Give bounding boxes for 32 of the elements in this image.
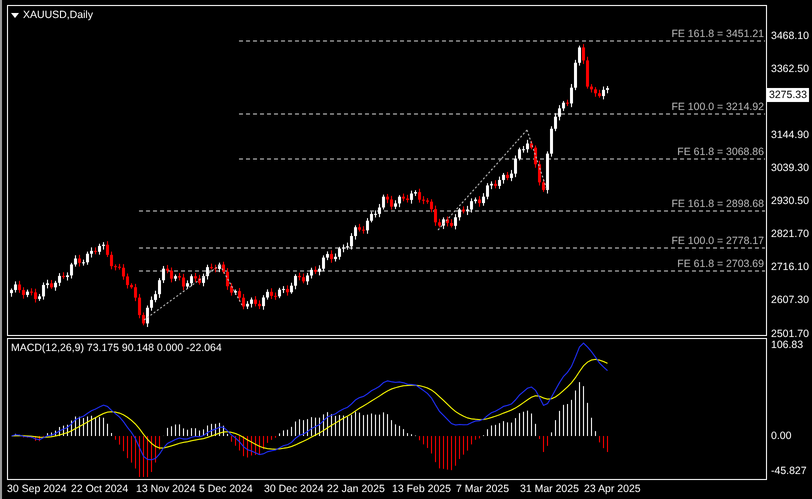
- price-axis-label: 2930.50: [771, 194, 809, 208]
- price-axis-label: 2716.10: [771, 260, 809, 274]
- date-axis-label: 31 Mar 2025: [520, 482, 579, 496]
- date-axis-label: 13 Nov 2024: [136, 482, 196, 496]
- fibonacci-level-label: FE 161.8 = 3451.21: [671, 27, 764, 41]
- fibonacci-level-label: FE 61.8 = 2703.69: [677, 257, 764, 271]
- fibonacci-level-label: FE 61.8 = 3068.86: [677, 145, 764, 159]
- date-axis-label: 22 Jan 2025: [327, 482, 385, 496]
- price-axis-label: 2501.70: [771, 326, 809, 340]
- date-axis-label: 23 Apr 2025: [584, 482, 641, 496]
- price-axis-label: 2607.30: [771, 293, 809, 308]
- dropdown-triangle-icon[interactable]: [11, 12, 19, 18]
- macd-indicator-label: MACD(12,26,9) 73.175 90.148 0.000 -22.064: [11, 341, 222, 355]
- chart-symbol-label: XAUUSD,Daily: [23, 8, 94, 22]
- fibonacci-level-label: FE 100.0 = 3214.92: [671, 100, 764, 114]
- macd-axis-label: -45.827: [771, 464, 807, 478]
- fibonacci-level-label: FE 161.8 = 2898.68: [671, 197, 764, 211]
- date-axis-label: 7 Mar 2025: [456, 482, 510, 496]
- date-axis-label: 5 Dec 2024: [199, 482, 253, 496]
- date-axis-label: 30 Sep 2024: [7, 482, 67, 496]
- price-axis-label: 3362.50: [771, 62, 809, 76]
- current-price-label: 3275.33: [767, 88, 809, 102]
- date-axis-label: 30 Dec 2024: [264, 482, 324, 496]
- price-axis-label: 3468.10: [771, 29, 809, 43]
- macd-axis-label: 106.83: [771, 338, 804, 352]
- macd-axis-label: 0.00: [771, 429, 792, 443]
- price-axis-label: 3039.30: [771, 161, 809, 176]
- date-axis-label: 13 Feb 2025: [392, 482, 451, 496]
- price-axis-label: 2821.70: [771, 227, 809, 242]
- fibonacci-level-label: FE 100.0 = 2778.17: [671, 234, 764, 248]
- price-axis-label: 3144.90: [771, 128, 809, 142]
- date-axis-label: 22 Oct 2024: [71, 482, 128, 496]
